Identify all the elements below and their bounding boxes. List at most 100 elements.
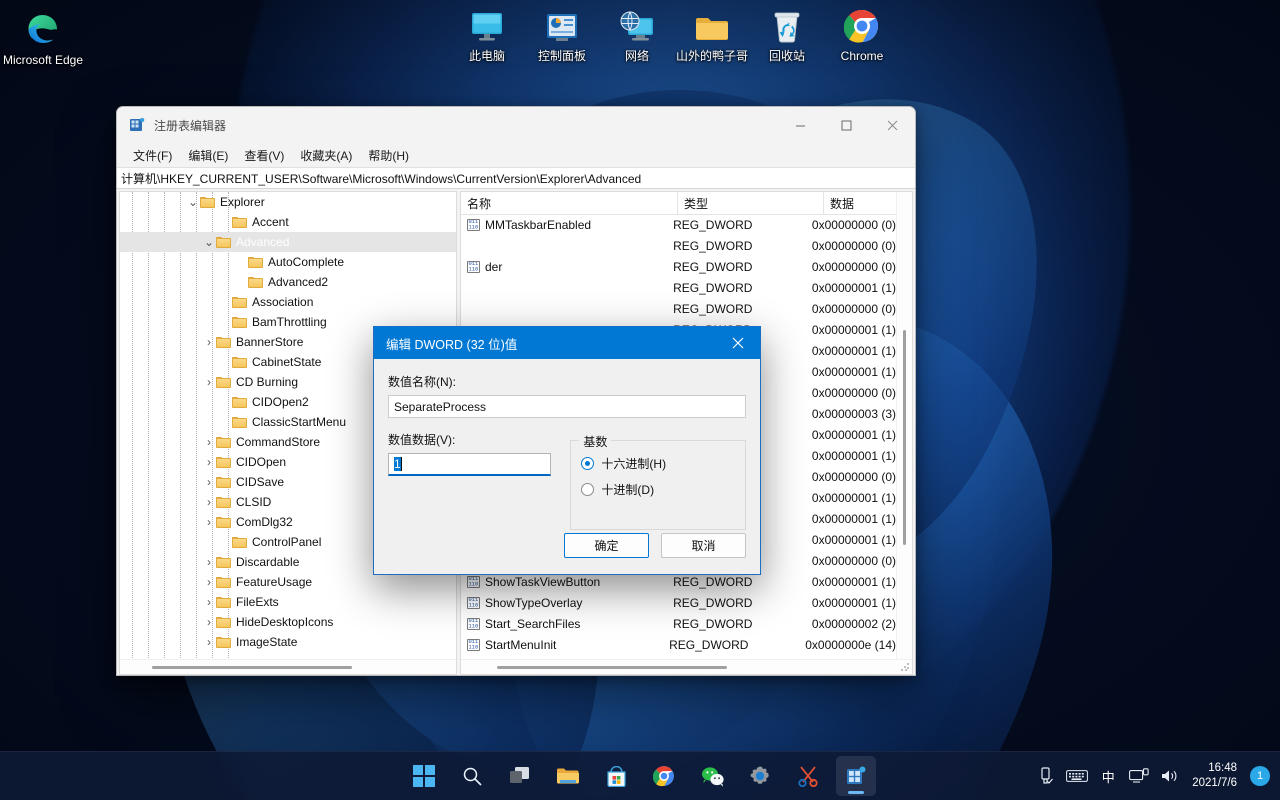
- snipping-tool-icon[interactable]: [788, 756, 828, 796]
- folder-icon: [216, 456, 231, 468]
- chevron-right-icon[interactable]: ›: [202, 515, 216, 529]
- keyboard-icon[interactable]: [1066, 765, 1088, 787]
- column-header-type[interactable]: 类型: [678, 192, 824, 214]
- display-icon[interactable]: [1128, 765, 1150, 787]
- dword-value-icon: 011110: [467, 618, 480, 630]
- chevron-right-icon[interactable]: ›: [202, 575, 216, 589]
- ime-icon[interactable]: 中: [1097, 765, 1119, 787]
- value-type-cell: REG_DWORD: [667, 617, 806, 631]
- desktop-icon-chrome[interactable]: Chrome: [819, 4, 905, 63]
- value-name-input[interactable]: SeparateProcess: [388, 395, 746, 418]
- menu-file[interactable]: 文件(F): [125, 145, 180, 166]
- usb-eject-icon[interactable]: [1035, 765, 1057, 787]
- value-type-cell: REG_DWORD: [663, 638, 799, 652]
- tree-item-label: Advanced2: [268, 275, 328, 289]
- value-row[interactable]: 011110StartMenuInitREG_DWORD0x0000000e (…: [461, 634, 896, 655]
- chevron-right-icon[interactable]: ›: [202, 595, 216, 609]
- microsoft-store-icon[interactable]: [596, 756, 636, 796]
- radio-hexadecimal[interactable]: 十六进制(H): [581, 455, 735, 472]
- chevron-right-icon[interactable]: ›: [202, 495, 216, 509]
- registry-editor-icon[interactable]: [836, 756, 876, 796]
- wechat-icon[interactable]: [692, 756, 732, 796]
- minimize-button[interactable]: [777, 107, 823, 143]
- value-data-input[interactable]: 1: [388, 453, 551, 476]
- value-row[interactable]: REG_DWORD0x00000000 (0): [461, 298, 896, 319]
- tree-item[interactable]: ›ImageState: [120, 632, 456, 652]
- value-row[interactable]: 011110Start_SearchFilesREG_DWORD0x000000…: [461, 613, 896, 634]
- address-bar[interactable]: 计算机\HKEY_CURRENT_USER\Software\Microsoft…: [117, 167, 915, 189]
- chevron-right-icon[interactable]: ›: [202, 615, 216, 629]
- file-explorer-icon[interactable]: [548, 756, 588, 796]
- value-data-cell: 0x00000001 (1): [806, 365, 896, 379]
- tree-item[interactable]: Advanced2: [120, 272, 456, 292]
- value-data-cell: 0x00000001 (1): [806, 491, 896, 505]
- chevron-down-icon[interactable]: ⌄: [202, 239, 216, 245]
- chrome-icon[interactable]: [644, 756, 684, 796]
- dialog-close-icon[interactable]: [716, 327, 760, 359]
- tree-item[interactable]: › HideDesktopIcons: [120, 612, 456, 632]
- tree-item[interactable]: Accent: [120, 212, 456, 232]
- tree-item[interactable]: ⌄Explorer: [120, 192, 456, 212]
- chevron-down-icon[interactable]: ⌄: [186, 199, 200, 205]
- radio-decimal[interactable]: 十进制(D): [581, 481, 735, 498]
- desktop-icon-folder[interactable]: 山外的鸭子哥: [669, 4, 755, 63]
- tree-item[interactable]: ⌄Advanced: [120, 232, 456, 252]
- values-horizontal-scrollbar[interactable]: [461, 659, 912, 674]
- value-row[interactable]: 011110MMTaskbarEnabledREG_DWORD0x0000000…: [461, 214, 896, 235]
- task-view-icon[interactable]: [500, 756, 540, 796]
- clock[interactable]: 16:48 2021/7/6: [1192, 761, 1237, 791]
- chevron-right-icon[interactable]: ›: [202, 335, 216, 349]
- window-titlebar[interactable]: 注册表编辑器: [117, 107, 915, 143]
- chevron-right-icon[interactable]: ›: [202, 635, 216, 649]
- desktop-icon-recycle-bin[interactable]: 回收站: [744, 4, 830, 63]
- start-button[interactable]: [404, 756, 444, 796]
- tree-item[interactable]: › FileExts: [120, 592, 456, 612]
- desktop-icon-label: Chrome: [819, 49, 905, 63]
- folder-icon: [216, 636, 231, 648]
- column-header-name[interactable]: 名称: [461, 192, 678, 214]
- tree-item-label: FileExts: [236, 595, 279, 609]
- menu-help[interactable]: 帮助(H): [360, 145, 417, 166]
- value-data-cell: 0x00000000 (0): [806, 302, 896, 316]
- value-row[interactable]: REG_DWORD0x00000000 (0): [461, 235, 896, 256]
- cancel-button[interactable]: 取消: [661, 533, 746, 558]
- tree-item[interactable]: Association: [120, 292, 456, 312]
- menu-favorites[interactable]: 收藏夹(A): [292, 145, 360, 166]
- value-row[interactable]: 011110ShowTypeOverlayREG_DWORD0x00000001…: [461, 592, 896, 613]
- desktop-icon-network[interactable]: 网络: [594, 4, 680, 63]
- value-name-text: ShowTaskViewButton: [485, 575, 600, 589]
- value-row[interactable]: REG_DWORD0x00000001 (1): [461, 277, 896, 298]
- chevron-right-icon[interactable]: ›: [202, 455, 216, 469]
- values-vertical-scrollbar[interactable]: [896, 192, 912, 660]
- menu-view[interactable]: 查看(V): [236, 145, 292, 166]
- search-icon[interactable]: [452, 756, 492, 796]
- resize-grip[interactable]: [900, 662, 910, 672]
- clock-date: 2021/7/6: [1192, 776, 1237, 791]
- dialog-titlebar[interactable]: 编辑 DWORD (32 位)值: [374, 327, 760, 359]
- desktop-icon-edge[interactable]: Microsoft Edge: [0, 8, 86, 67]
- value-type-cell: REG_DWORD: [667, 218, 806, 232]
- ok-button[interactable]: 确定: [564, 533, 649, 558]
- value-type-cell: REG_DWORD: [667, 281, 806, 295]
- tree-item[interactable]: ›FeatureUsage: [120, 572, 456, 592]
- maximize-button[interactable]: [823, 107, 869, 143]
- chevron-right-icon[interactable]: ›: [202, 435, 216, 449]
- notification-badge[interactable]: 1: [1250, 766, 1270, 786]
- settings-icon[interactable]: [740, 756, 780, 796]
- tree-item-label: HideDesktopIcons: [236, 615, 333, 629]
- value-row[interactable]: 011110derREG_DWORD0x00000000 (0): [461, 256, 896, 277]
- chevron-right-icon[interactable]: ›: [202, 555, 216, 569]
- chevron-right-icon[interactable]: ›: [202, 375, 216, 389]
- folder-icon: [216, 596, 231, 608]
- chevron-right-icon[interactable]: ›: [202, 475, 216, 489]
- folder-icon: [232, 316, 247, 328]
- tree-horizontal-scrollbar[interactable]: [120, 659, 456, 674]
- folder-icon: [248, 256, 263, 268]
- close-button[interactable]: [869, 107, 915, 143]
- tree-item[interactable]: AutoComplete: [120, 252, 456, 272]
- menu-edit[interactable]: 编辑(E): [180, 145, 236, 166]
- desktop-icon-this-pc[interactable]: 此电脑: [444, 4, 530, 63]
- volume-icon[interactable]: [1159, 765, 1181, 787]
- registry-path: 计算机\HKEY_CURRENT_USER\Software\Microsoft…: [121, 170, 641, 187]
- desktop-icon-control-panel[interactable]: 控制面板: [519, 4, 605, 63]
